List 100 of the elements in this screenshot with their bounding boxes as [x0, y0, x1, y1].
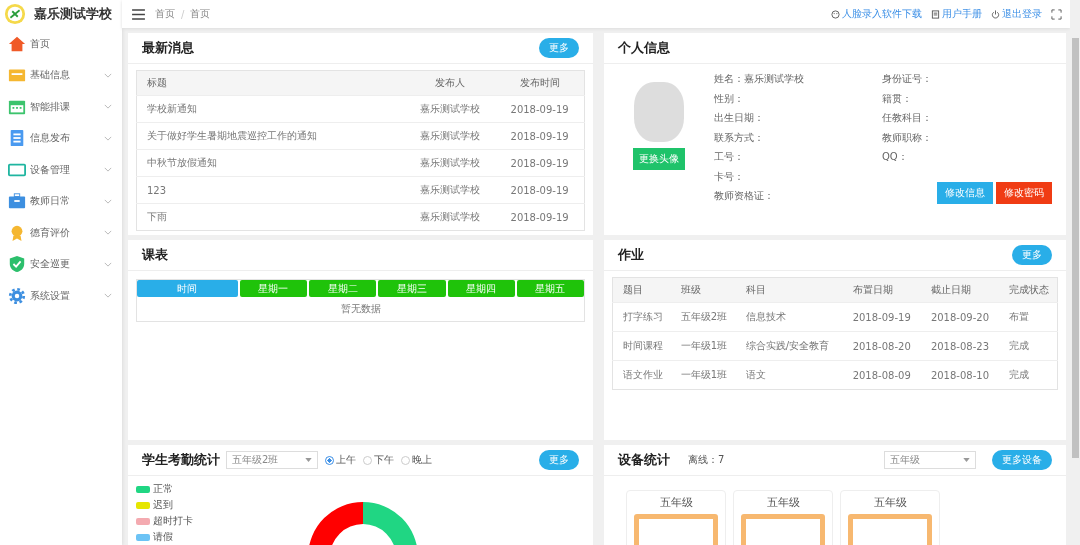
profile-field: 卡号：: [713, 169, 868, 183]
header-link[interactable]: 用户手册: [931, 7, 982, 21]
card-title: 学生考勤统计: [142, 451, 220, 469]
table-cell: 语文: [735, 360, 843, 390]
breadcrumb-link[interactable]: 首页: [190, 7, 211, 21]
table-cell: 信息技术: [735, 302, 843, 332]
table-cell: 嘉乐测试学校: [403, 122, 496, 150]
column-header: 截止日期: [920, 277, 1000, 303]
profile-field: QQ：: [882, 150, 1052, 164]
card-title: 最新消息: [142, 39, 194, 57]
table-cell: 2018-08-10: [920, 360, 1000, 390]
header-link[interactable]: 退出登录: [991, 7, 1042, 21]
table-cell: 完成: [999, 331, 1058, 361]
legend-label: 正常: [153, 482, 173, 496]
sidebar-item[interactable]: 教师日常: [0, 185, 122, 217]
table-cell: 2018-09-19: [495, 203, 585, 231]
table-cell: 完成: [999, 360, 1058, 390]
table-cell: 下雨: [136, 203, 404, 231]
table-cell: 布置: [999, 302, 1058, 332]
profile-field: 出生日期：: [713, 111, 868, 125]
device-grade: 五年级: [766, 495, 800, 510]
table-cell: 2018-09-20: [920, 302, 1000, 332]
timetable-header: 时间: [137, 280, 238, 297]
table-cell: 123: [136, 176, 404, 204]
timetable-header: 星期一: [239, 280, 308, 297]
timetable-header: 星期五: [516, 280, 584, 297]
table-cell: 一年级1班: [670, 360, 736, 390]
sidebar-item[interactable]: 安全巡更: [0, 248, 122, 280]
card-title: 设备统计: [618, 451, 670, 469]
table-cell: 嘉乐测试学校: [403, 149, 496, 177]
table-cell: 语文作业: [612, 360, 671, 390]
column-header: 题目: [612, 277, 671, 303]
table-cell: 嘉乐测试学校: [403, 203, 496, 231]
table-cell: 关于做好学生暑期地震巡控工作的通知: [136, 122, 404, 150]
column-header: 科目: [735, 277, 843, 303]
legend-label: 请假: [153, 530, 173, 544]
device-tile[interactable]: 五年级: [840, 490, 940, 545]
profile-field: 姓名：嘉乐测试学校: [713, 72, 868, 86]
profile-field: 教师资格证：: [713, 189, 868, 203]
column-header: 发布人: [403, 70, 496, 96]
breadcrumb-link[interactable]: 首页: [155, 7, 175, 21]
timetable-header: 星期二: [309, 280, 377, 297]
timetable-header: 星期三: [378, 280, 446, 297]
sidebar-item[interactable]: 设备管理: [0, 154, 122, 186]
header-link[interactable]: 人脸录入软件下载: [831, 7, 922, 21]
sidebar-item[interactable]: 信息发布: [0, 122, 122, 154]
grade-select[interactable]: 五年级: [884, 451, 976, 469]
table-cell: 2018-09-19: [495, 149, 585, 177]
table-cell: 2018-08-20: [842, 331, 921, 361]
offline-count: 离线：7: [688, 453, 725, 467]
legend-label: 迟到: [153, 498, 173, 512]
table-cell: 时间课程: [612, 331, 671, 361]
card-title: 个人信息: [618, 39, 670, 57]
profile-field: 联系方式：: [713, 130, 868, 144]
table-cell: 中秋节放假通知: [136, 149, 404, 177]
table-cell: 2018-09-19: [842, 302, 921, 332]
sidebar-item[interactable]: 智能排课: [0, 91, 122, 123]
table-cell: 2018-09-19: [495, 122, 585, 150]
school-name: 嘉乐测试学校: [34, 5, 112, 23]
column-header: 标题: [136, 70, 404, 96]
sidebar-item[interactable]: 基础信息: [0, 59, 122, 91]
table-cell: 一年级1班: [670, 331, 736, 361]
profile-field: 教师职称：: [882, 130, 1052, 144]
card-title: 课表: [142, 246, 168, 264]
empty-message: 暂无数据: [339, 302, 382, 316]
sidebar-item[interactable]: 首页: [0, 28, 122, 60]
table-cell: 五年级2班: [670, 302, 736, 332]
device-tile[interactable]: 五年级: [733, 490, 833, 545]
column-header: 布置日期: [842, 277, 921, 303]
class-select[interactable]: 五年级2班: [226, 451, 318, 469]
table-cell: 嘉乐测试学校: [403, 95, 496, 123]
table-cell: 打字练习: [612, 302, 671, 332]
sidebar-item[interactable]: 德育评价: [0, 217, 122, 249]
timetable-header: 星期四: [447, 280, 515, 297]
device-tile[interactable]: 五年级: [626, 490, 726, 545]
table-cell: 2018-09-19: [495, 95, 585, 123]
radio-option[interactable]: 上午: [325, 453, 356, 467]
table-cell: 嘉乐测试学校: [403, 176, 496, 204]
device-grade: 五年级: [659, 495, 693, 510]
profile-button[interactable]: 修改密码: [996, 181, 1052, 204]
column-header: 发布时间: [495, 70, 585, 96]
radio-option[interactable]: 下午: [363, 453, 394, 467]
radio-option[interactable]: 晚上: [401, 453, 432, 467]
breadcrumb-separator: /: [181, 8, 185, 20]
table-cell: 学校新通知: [136, 95, 404, 123]
column-header: 完成状态: [999, 277, 1058, 303]
profile-field: 任教科目：: [882, 111, 1052, 125]
table-cell: 2018-08-09: [842, 360, 921, 390]
table-cell: 2018-09-19: [495, 176, 585, 204]
legend-label: 超时打卡: [153, 514, 193, 528]
sidebar-item[interactable]: 系统设置: [0, 280, 122, 312]
table-cell: 2018-08-23: [920, 331, 1000, 361]
column-header: 班级: [670, 277, 736, 303]
device-grade: 五年级: [873, 495, 907, 510]
profile-field: 工号：: [713, 150, 868, 164]
profile-field: 籍贯：: [882, 91, 1052, 105]
card-title: 作业: [618, 246, 644, 264]
profile-field: 性别：: [713, 91, 868, 105]
profile-field: 身份证号：: [882, 72, 1052, 86]
table-cell: 综合实践/安全教育: [735, 331, 843, 361]
